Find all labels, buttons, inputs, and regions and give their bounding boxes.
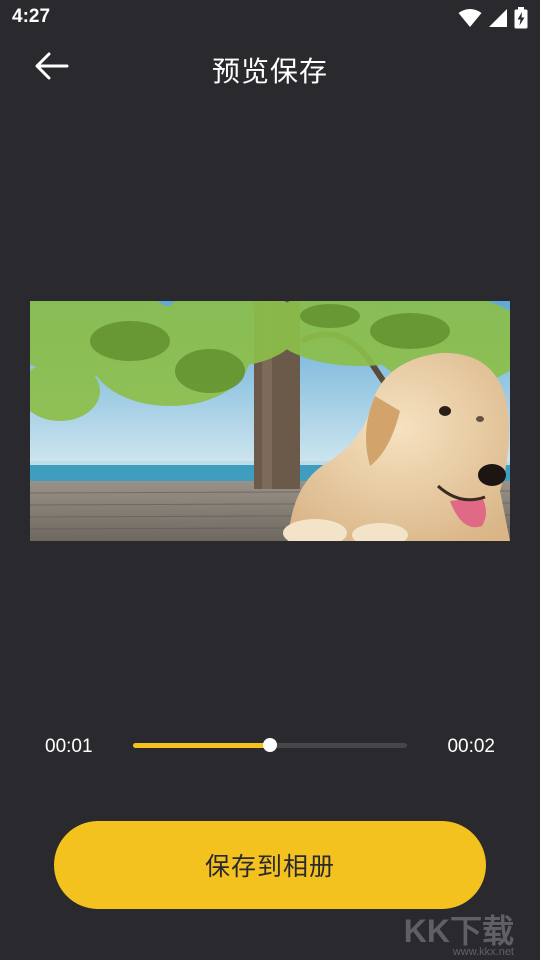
screen: 4:27 预览保存 00:01 00:02 保存到相册 KK下载 www.kkx…: [0, 0, 540, 960]
seek-progress: [133, 743, 270, 748]
battery-charging-icon: [514, 7, 528, 29]
save-to-album-button[interactable]: 保存到相册: [54, 821, 486, 909]
status-time: 4:27: [12, 6, 51, 27]
player-controls: 00:01 00:02: [0, 728, 540, 768]
video-preview[interactable]: [30, 301, 510, 541]
watermark-logo: KK下载: [403, 913, 514, 949]
wifi-icon: [458, 8, 482, 28]
current-time: 00:01: [45, 736, 93, 757]
app-header: 预览保存: [0, 36, 540, 102]
total-time: 00:02: [447, 736, 495, 757]
status-icons: [458, 6, 528, 30]
status-bar: 4:27: [0, 0, 540, 36]
video-frame-image: [30, 301, 510, 541]
cellular-signal-icon: [488, 8, 508, 28]
watermark: KK下载 www.kkx.net: [403, 913, 514, 958]
seek-thumb[interactable]: [263, 738, 277, 752]
seek-bar[interactable]: [133, 738, 407, 752]
page-title: 预览保存: [211, 55, 328, 88]
